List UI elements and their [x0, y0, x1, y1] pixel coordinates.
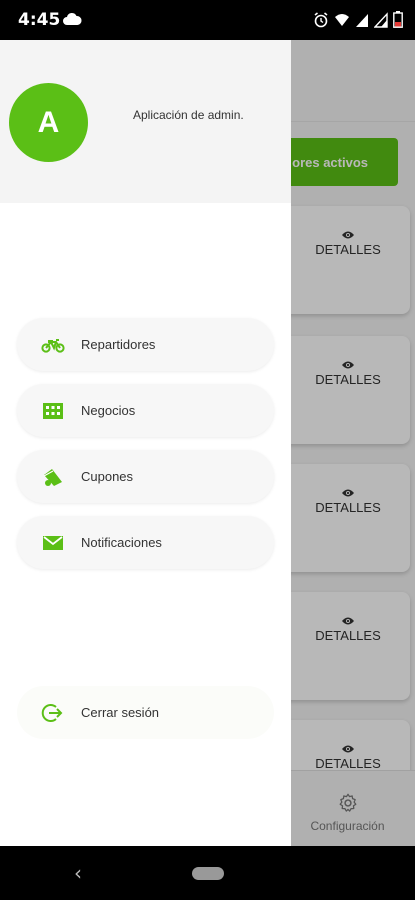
- alarm-icon: [313, 11, 329, 33]
- navigation-drawer: A Aplicación de admin. Repartidores Nego…: [0, 40, 291, 846]
- app-title: Aplicación de admin.: [133, 108, 244, 122]
- motorcycle-icon: [31, 337, 75, 353]
- wifi-icon: [334, 12, 350, 33]
- system-navigation-bar: ‹: [0, 846, 415, 900]
- menu-item-cupones[interactable]: Cupones: [17, 450, 274, 503]
- cloud-icon: [62, 12, 82, 31]
- drawer-header: A Aplicación de admin.: [0, 40, 291, 203]
- menu-item-label: Notificaciones: [81, 535, 162, 550]
- coupon-icon: [31, 467, 75, 487]
- signal-icon: [355, 12, 369, 33]
- logout-button[interactable]: Cerrar sesión: [17, 686, 274, 739]
- avatar-letter: A: [37, 105, 60, 139]
- menu-item-label: Repartidores: [81, 337, 156, 352]
- logout-label: Cerrar sesión: [81, 705, 160, 720]
- status-bar: 4:45: [0, 0, 415, 40]
- menu-item-notificaciones[interactable]: Notificaciones: [17, 516, 274, 569]
- menu-item-negocios[interactable]: Negocios: [17, 384, 274, 437]
- avatar: A: [9, 83, 88, 162]
- home-pill[interactable]: [192, 867, 224, 880]
- battery-icon: [393, 11, 403, 33]
- status-time: 4:45: [18, 10, 61, 30]
- back-icon[interactable]: ‹: [74, 861, 82, 885]
- building-icon: [31, 402, 75, 420]
- menu-item-repartidores[interactable]: Repartidores: [17, 318, 274, 371]
- menu-item-label: Cupones: [81, 469, 134, 484]
- signal-icon: [373, 11, 388, 33]
- mail-icon: [31, 535, 75, 551]
- logout-icon: [31, 701, 75, 725]
- menu-item-label: Negocios: [81, 403, 136, 418]
